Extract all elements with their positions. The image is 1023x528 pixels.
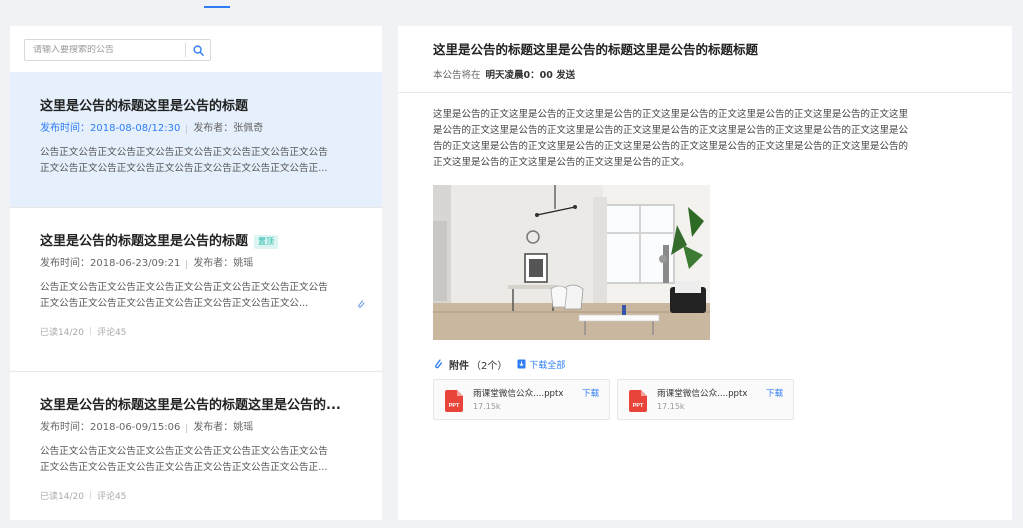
item-stats: 已读14/20 评论45 xyxy=(40,325,369,338)
list-item[interactable]: 这里是公告的标题这里是公告的标题 置顶 发布时间：2018-06-23/09:2… xyxy=(10,208,382,372)
announcement-list-panel: 这里是公告的标题这里是公告的标题 发布时间：2018-08-08/12:30 发… xyxy=(10,26,382,520)
detail-title: 这里是公告的标题这里是公告的标题这里是公告的标题标题 xyxy=(433,42,759,57)
comment-count: 评论45 xyxy=(96,327,127,338)
summary-line: 公告正文公告正文公告正文公告正文公告正文公告正文公告正文公告 xyxy=(40,147,328,158)
read-count: 已读14/20 xyxy=(40,491,84,502)
search-bar xyxy=(10,26,382,72)
detail-body: 这里是公告的正文这里是公告的正文这里是公告的正文这里是公告的正文这里是公告的正文… xyxy=(398,93,983,175)
schedule-prefix: 本公告将在 xyxy=(433,70,481,81)
comment-count: 评论45 xyxy=(96,491,127,502)
pinned-badge: 置顶 xyxy=(254,235,279,249)
item-meta: 发布时间：2018-06-23/09:21 发布者：姚瑶 xyxy=(40,257,369,271)
interior-photo xyxy=(433,185,710,340)
item-date: 发布时间：2018-06-23/09:21 xyxy=(40,258,181,269)
summary-line: 正文公告正文公告正文公告正文公告正文公告正文公告正文公告正... xyxy=(40,462,328,473)
svg-text:PPT: PPT xyxy=(449,403,460,409)
download-all-label: 下载全部 xyxy=(529,360,566,371)
detail-header: 这里是公告的标题这里是公告的标题这里是公告的标题标题 本公告将在 明天凌晨0：0… xyxy=(398,26,1012,93)
item-title-text: 这里是公告的标题这里是公告的标题 xyxy=(40,99,249,114)
attachments-count: （2个） xyxy=(471,360,508,372)
item-date: 发布时间：2018-08-08/12:30 xyxy=(40,123,181,134)
item-summary: 公告正文公告正文公告正文公告正文公告正文公告正文公告正文公告 正文公告正文公告正… xyxy=(40,444,368,476)
svg-text:PPT: PPT xyxy=(633,403,644,409)
schedule-time: 明天凌晨0：00 发送 xyxy=(485,70,576,81)
item-author: 发布者：姚瑶 xyxy=(193,258,254,269)
body-line: 告的正文这里是公告的正文这里是公告的正文这里是公告的正文这里是公告的正文这里是公… xyxy=(433,141,909,152)
item-title: 这里是公告的标题这里是公告的标题 xyxy=(40,98,369,116)
schedule-info: 本公告将在 明天凌晨0：00 发送 xyxy=(433,67,1012,81)
item-title-text: 这里是公告的标题这里是公告的标题这里是公告的... xyxy=(40,398,341,413)
announcement-image xyxy=(433,185,710,340)
ppt-file-icon: PPT xyxy=(445,390,463,412)
attachments-header: 附件 （2个） 下载全部 xyxy=(433,356,565,372)
item-summary: 公告正文公告正文公告正文公告正文公告正文公告正文公告正文公告 正文公告正文公告正… xyxy=(40,145,368,177)
meta-divider xyxy=(186,423,188,433)
file-size: 17.15k xyxy=(473,402,501,411)
file-size: 17.15k xyxy=(657,402,685,411)
file-name: 雨课堂微信公众....pptx xyxy=(473,389,564,399)
read-count: 已读14/20 xyxy=(40,327,84,338)
item-meta: 发布时间：2018-08-08/12:30 发布者：张佩奇 xyxy=(40,122,369,136)
download-link[interactable]: 下载 xyxy=(766,387,783,399)
item-author: 发布者：张佩奇 xyxy=(193,123,264,134)
attachment-icon xyxy=(358,300,365,308)
file-download-icon xyxy=(517,359,526,369)
attachment-card[interactable]: PPT 雨课堂微信公众....pptx 17.15k 下载 xyxy=(617,379,794,420)
meta-divider xyxy=(186,259,188,269)
item-title-text: 这里是公告的标题这里是公告的标题 xyxy=(40,234,249,249)
announcement-detail-panel: 这里是公告的标题这里是公告的标题这里是公告的标题标题 本公告将在 明天凌晨0：0… xyxy=(398,26,1012,520)
download-all-button[interactable]: 下载全部 xyxy=(517,358,565,371)
item-title: 这里是公告的标题这里是公告的标题这里是公告的... xyxy=(40,397,369,415)
item-date: 发布时间：2018-06-09/15:06 xyxy=(40,422,181,433)
item-title: 这里是公告的标题这里是公告的标题 置顶 xyxy=(40,233,369,251)
item-author: 发布者：姚瑶 xyxy=(193,422,254,433)
summary-line: 公告正文公告正文公告正文公告正文公告正文公告正文公告正文公告 xyxy=(40,282,328,293)
attachments-label: 附件 xyxy=(449,360,469,372)
search-button[interactable] xyxy=(186,40,210,60)
ppt-file-icon: PPT xyxy=(629,390,647,412)
search-box xyxy=(24,39,211,61)
stats-divider xyxy=(89,491,91,499)
summary-line: 正文公告正文公告正文公告正文公告正文公告正文公告正文公告正... xyxy=(40,163,328,174)
top-tab-indicator xyxy=(204,6,230,8)
attachment-card[interactable]: PPT 雨课堂微信公众....pptx 17.15k 下载 xyxy=(433,379,610,420)
paperclip-icon xyxy=(435,359,443,369)
stats-divider xyxy=(89,327,91,335)
body-line: 这里是公告的正文这里是公告的正文这里是公告的正文这里是公告的正文这里是公告的正文… xyxy=(433,109,909,120)
body-line: 是公告的正文这里是公告的正文这里是公告的正文这里是公告的正文这里是公告的正文这里… xyxy=(433,125,909,136)
search-input[interactable] xyxy=(25,45,185,55)
list-item[interactable]: 这里是公告的标题这里是公告的标题这里是公告的... 发布时间：2018-06-0… xyxy=(10,372,382,520)
meta-divider xyxy=(186,124,188,134)
item-meta: 发布时间：2018-06-09/15:06 发布者：姚瑶 xyxy=(40,421,369,435)
body-line: 正文这里是公告的正文这里是公告的正文这里是公告的正文。 xyxy=(433,157,690,168)
list-item[interactable]: 这里是公告的标题这里是公告的标题 发布时间：2018-08-08/12:30 发… xyxy=(10,72,382,208)
download-link[interactable]: 下载 xyxy=(582,387,599,399)
summary-line: 正文公告正文公告正文公告正文公告正文公告正文公告正文公... xyxy=(40,298,309,309)
summary-line: 公告正文公告正文公告正文公告正文公告正文公告正文公告正文公告 xyxy=(40,446,328,457)
item-summary: 公告正文公告正文公告正文公告正文公告正文公告正文公告正文公告 正文公告正文公告正… xyxy=(40,280,368,312)
item-stats: 已读14/20 评论45 xyxy=(40,489,369,502)
file-name: 雨课堂微信公众....pptx xyxy=(657,389,748,399)
search-icon xyxy=(192,44,204,56)
